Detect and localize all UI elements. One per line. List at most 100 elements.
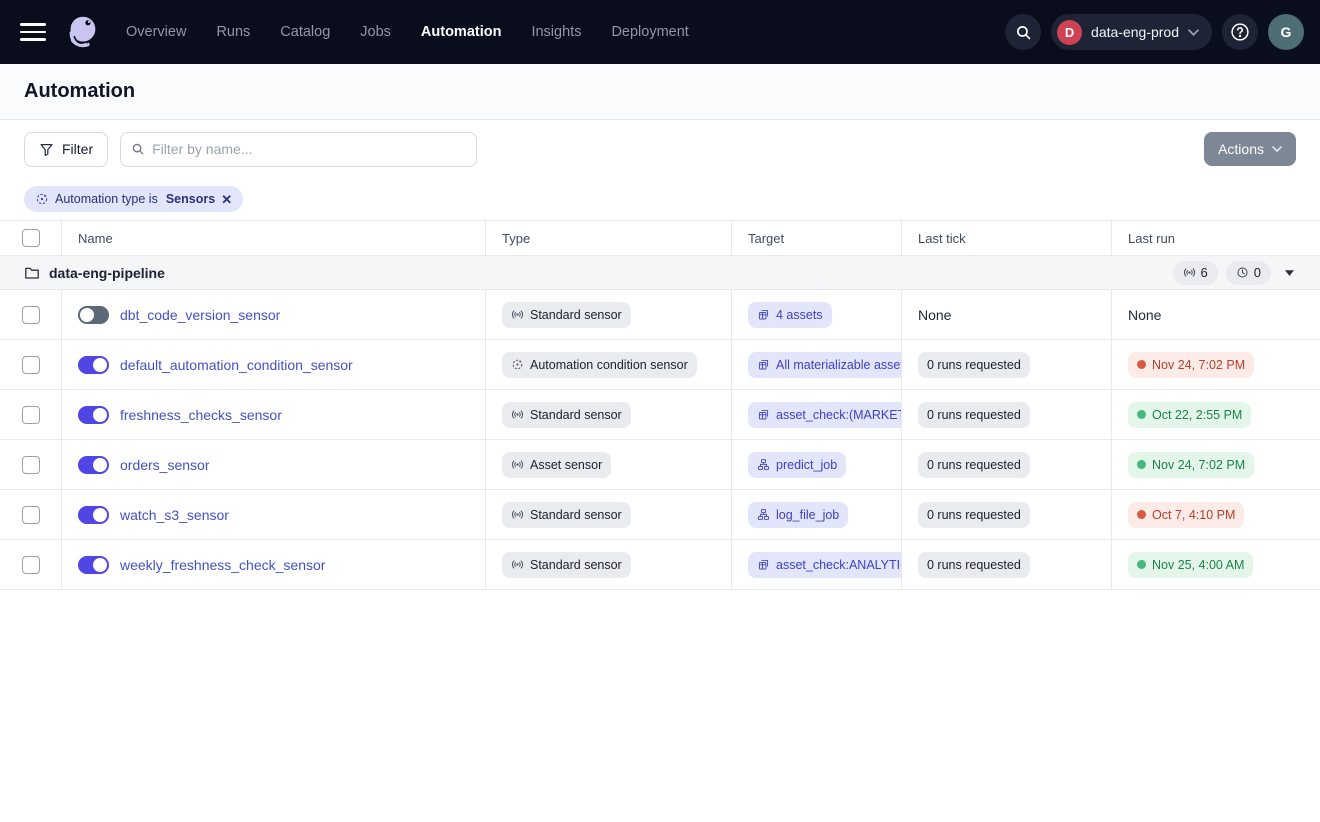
last-tick-tag: 0 runs requested xyxy=(918,502,1030,528)
sensor-icon xyxy=(511,408,524,421)
toolbar: Filter Actions xyxy=(0,120,1320,178)
select-row-checkbox[interactable] xyxy=(22,556,40,574)
column-header-target: Target xyxy=(732,221,902,255)
select-row-checkbox[interactable] xyxy=(22,356,40,374)
target-tag[interactable]: log_file_job xyxy=(748,502,848,528)
group-name: data-eng-pipeline xyxy=(49,265,165,281)
last-run-status[interactable]: Nov 24, 7:02 PM xyxy=(1128,452,1254,478)
select-row-checkbox[interactable] xyxy=(22,506,40,524)
nav-jobs[interactable]: Jobs xyxy=(360,24,391,40)
nav-runs[interactable]: Runs xyxy=(216,24,250,40)
clock-icon xyxy=(1236,266,1249,279)
dagster-logo[interactable] xyxy=(60,10,104,54)
sensor-icon xyxy=(1183,266,1196,279)
type-tag: Standard sensor xyxy=(502,552,631,578)
sensor-toggle[interactable] xyxy=(78,406,109,424)
select-row-checkbox[interactable] xyxy=(22,306,40,324)
filter-chip-automation-type[interactable]: Automation type is Sensors ✕ xyxy=(24,186,243,212)
table-row: default_automation_condition_sensor Auto… xyxy=(0,340,1320,390)
filter-button[interactable]: Filter xyxy=(24,132,108,167)
help-icon xyxy=(1229,21,1251,43)
filter-button-label: Filter xyxy=(62,141,93,157)
nav-insights[interactable]: Insights xyxy=(531,24,581,40)
collapse-group-button[interactable] xyxy=(1279,268,1300,278)
sensor-count: 6 xyxy=(1201,265,1208,280)
sensor-toggle[interactable] xyxy=(78,456,109,474)
chevron-down-icon xyxy=(1272,146,1282,152)
status-dot xyxy=(1137,410,1146,419)
top-navigation-bar: Overview Runs Catalog Jobs Automation In… xyxy=(0,0,1320,64)
search-icon xyxy=(1015,24,1032,41)
sensor-name-link[interactable]: weekly_freshness_check_sensor xyxy=(120,557,325,573)
target-tag[interactable]: predict_job xyxy=(748,452,846,478)
search-icon xyxy=(131,142,145,156)
status-dot xyxy=(1137,460,1146,469)
schedule-count-badge: 0 xyxy=(1226,261,1271,285)
funnel-icon xyxy=(39,142,54,157)
sensor-name-link[interactable]: watch_s3_sensor xyxy=(120,507,229,523)
sensor-toggle[interactable] xyxy=(78,306,109,324)
select-row-checkbox[interactable] xyxy=(22,456,40,474)
job-icon xyxy=(757,458,770,471)
search-button[interactable] xyxy=(1005,14,1041,50)
last-run-status[interactable]: Nov 25, 4:00 AM xyxy=(1128,552,1253,578)
group-counts: 6 0 xyxy=(1173,261,1300,285)
target-tag[interactable]: All materializable assets xyxy=(748,352,902,378)
type-tag: Automation condition sensor xyxy=(502,352,697,378)
sensor-name-link[interactable]: dbt_code_version_sensor xyxy=(120,307,280,323)
group-row-data-eng-pipeline[interactable]: data-eng-pipeline 6 0 xyxy=(0,256,1320,290)
schedule-count: 0 xyxy=(1254,265,1261,280)
user-avatar[interactable]: G xyxy=(1268,14,1304,50)
sensor-name-link[interactable]: orders_sensor xyxy=(120,457,210,473)
nav-catalog[interactable]: Catalog xyxy=(280,24,330,40)
sensor-icon xyxy=(511,308,524,321)
sensor-name-link[interactable]: default_automation_condition_sensor xyxy=(120,357,353,373)
help-button[interactable] xyxy=(1222,14,1258,50)
main-nav: Overview Runs Catalog Jobs Automation In… xyxy=(126,24,689,40)
asset-icon xyxy=(757,558,770,571)
last-tick-value: None xyxy=(918,307,951,323)
filter-chip-value: Sensors xyxy=(166,192,215,206)
filter-chip-label: Automation type is xyxy=(55,192,158,206)
target-tag[interactable]: 4 assets xyxy=(748,302,832,328)
automation-condition-icon xyxy=(511,358,524,371)
sensor-icon xyxy=(511,558,524,571)
workspace-switcher[interactable]: D data-eng-prod xyxy=(1051,14,1212,50)
actions-button[interactable]: Actions xyxy=(1204,132,1296,166)
workspace-name: data-eng-prod xyxy=(1091,24,1179,40)
target-tag[interactable]: asset_check:(MARKET xyxy=(748,402,902,428)
column-header-type: Type xyxy=(486,221,732,255)
table-row: dbt_code_version_sensor Standard sensor … xyxy=(0,290,1320,340)
type-tag: Standard sensor xyxy=(502,402,631,428)
select-row-checkbox[interactable] xyxy=(22,406,40,424)
target-tag[interactable]: asset_check:ANALYTICS xyxy=(748,552,902,578)
sensor-toggle[interactable] xyxy=(78,506,109,524)
topbar-actions: D data-eng-prod G xyxy=(1005,14,1304,50)
nav-deployment[interactable]: Deployment xyxy=(611,24,688,40)
type-tag: Asset sensor xyxy=(502,452,611,478)
select-all-checkbox[interactable] xyxy=(22,229,40,247)
sensors-table: Name Type Target Last tick Last run data… xyxy=(0,220,1320,590)
table-row: freshness_checks_sensor Standard sensor … xyxy=(0,390,1320,440)
nav-automation[interactable]: Automation xyxy=(421,24,502,40)
last-tick-tag: 0 runs requested xyxy=(918,352,1030,378)
last-run-status[interactable]: Nov 24, 7:02 PM xyxy=(1128,352,1254,378)
sensor-icon xyxy=(511,508,524,521)
job-icon xyxy=(757,508,770,521)
menu-button[interactable] xyxy=(20,23,46,41)
close-icon[interactable]: ✕ xyxy=(221,193,232,206)
status-dot xyxy=(1137,510,1146,519)
actions-button-label: Actions xyxy=(1218,141,1264,157)
caret-down-icon xyxy=(1285,270,1294,276)
name-filter-input[interactable] xyxy=(152,141,466,157)
sensor-name-link[interactable]: freshness_checks_sensor xyxy=(120,407,282,423)
last-run-status[interactable]: Oct 22, 2:55 PM xyxy=(1128,402,1251,428)
last-run-value: None xyxy=(1128,307,1161,323)
sensor-toggle[interactable] xyxy=(78,356,109,374)
automation-page: Overview Runs Catalog Jobs Automation In… xyxy=(0,0,1320,822)
nav-overview[interactable]: Overview xyxy=(126,24,186,40)
last-run-status[interactable]: Oct 7, 4:10 PM xyxy=(1128,502,1244,528)
sensor-toggle[interactable] xyxy=(78,556,109,574)
table-row: orders_sensor Asset sensor predict_job 0… xyxy=(0,440,1320,490)
table-header: Name Type Target Last tick Last run xyxy=(0,221,1320,256)
